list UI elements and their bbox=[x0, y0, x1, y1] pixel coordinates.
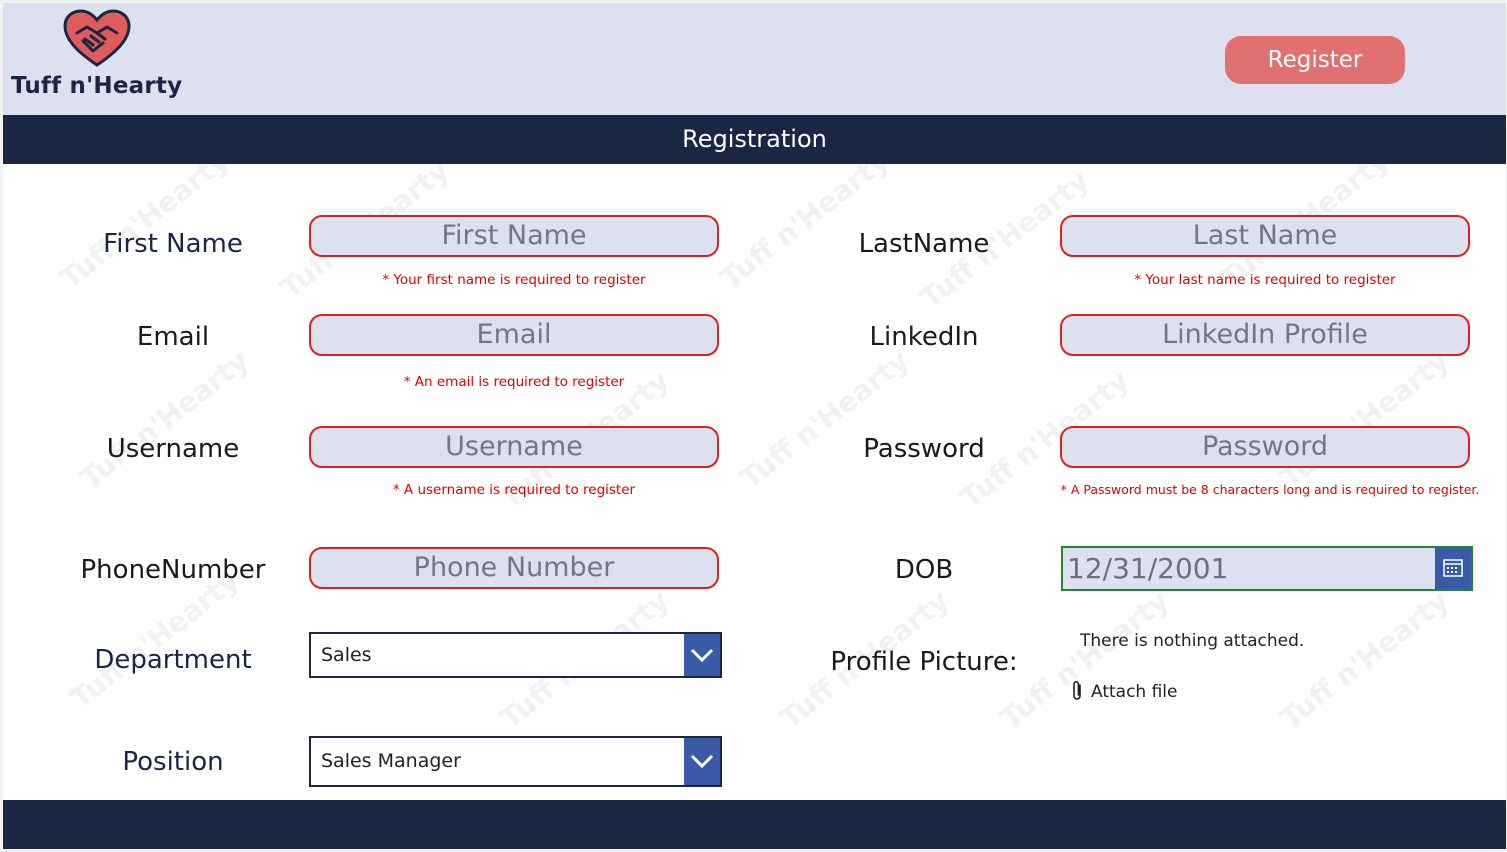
position-label: Position bbox=[122, 747, 224, 777]
dob-value[interactable]: 12/31/2001 bbox=[1067, 548, 1228, 589]
email-input[interactable]: Email bbox=[309, 314, 719, 356]
app-footer bbox=[3, 800, 1506, 849]
first-name-error: * Your first name is required to registe… bbox=[382, 272, 646, 288]
password-label: Password bbox=[863, 434, 985, 464]
app-header: Tuff n'Hearty Register bbox=[3, 3, 1506, 115]
dob-label: DOB bbox=[894, 555, 954, 585]
linkedin-input[interactable]: LinkedIn Profile bbox=[1060, 314, 1470, 356]
phone-number-input[interactable]: Phone Number bbox=[309, 547, 719, 589]
password-error: * A Password must be 8 characters long a… bbox=[1060, 482, 1480, 497]
heart-handshake-logo-icon bbox=[63, 9, 131, 67]
department-dropdown[interactable]: Sales bbox=[309, 632, 722, 678]
password-input[interactable]: Password bbox=[1060, 426, 1470, 468]
chevron-down-icon bbox=[690, 754, 714, 769]
username-label: Username bbox=[106, 434, 240, 464]
logo-text: Tuff n'Hearty bbox=[11, 73, 183, 99]
username-error: * A username is required to register bbox=[392, 482, 636, 498]
calendar-icon bbox=[1443, 559, 1463, 577]
dob-date-picker[interactable]: 12/31/2001 bbox=[1061, 546, 1473, 591]
attach-file-label: Attach file bbox=[1091, 682, 1178, 702]
last-name-label: LastName bbox=[858, 229, 990, 259]
position-dropdown[interactable]: Sales Manager bbox=[309, 736, 722, 787]
department-dropdown-button[interactable] bbox=[684, 634, 720, 676]
username-input[interactable]: Username bbox=[309, 426, 719, 468]
last-name-input[interactable]: Last Name bbox=[1060, 215, 1470, 257]
paperclip-icon bbox=[1073, 681, 1081, 700]
chevron-down-icon bbox=[690, 648, 714, 663]
position-dropdown-button[interactable] bbox=[684, 738, 720, 785]
page-title: Registration bbox=[3, 115, 1506, 164]
calendar-button[interactable] bbox=[1435, 548, 1471, 589]
register-button[interactable]: Register bbox=[1225, 36, 1405, 84]
linkedin-label: LinkedIn bbox=[869, 322, 979, 352]
email-error: * An email is required to register bbox=[403, 374, 625, 390]
attach-file-button[interactable]: Attach file bbox=[1071, 680, 1178, 702]
department-value: Sales bbox=[321, 644, 372, 666]
phone-number-label: PhoneNumber bbox=[80, 555, 266, 585]
first-name-label: First Name bbox=[103, 229, 243, 259]
email-label: Email bbox=[136, 322, 210, 352]
department-label: Department bbox=[94, 645, 252, 675]
registration-app: Tuff n'Hearty Tuff n'Hearty Tuff n'Heart… bbox=[3, 3, 1506, 849]
last-name-error: * Your last name is required to register bbox=[1134, 272, 1396, 288]
profile-picture-label: Profile Picture: bbox=[830, 647, 1018, 677]
first-name-input[interactable]: First Name bbox=[309, 215, 719, 257]
position-value: Sales Manager bbox=[321, 750, 461, 772]
attachment-empty-text: There is nothing attached. bbox=[1080, 631, 1305, 651]
